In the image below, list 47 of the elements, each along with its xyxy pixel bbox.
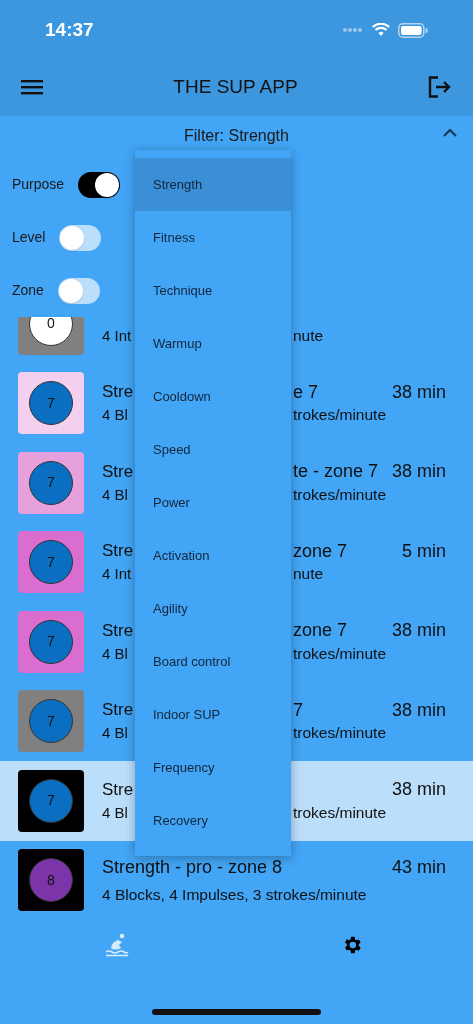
workout-subtitle: 4 Int: [102, 564, 133, 585]
workout-duration: 38 min: [391, 778, 446, 802]
workout-duration: 5 min: [402, 539, 446, 563]
workout-subtitle: 4 Bl: [102, 723, 129, 744]
level-badge: 7: [29, 381, 73, 426]
workout-subtitle: trokes/minute: [293, 643, 388, 664]
level-badge: 7: [29, 699, 73, 744]
workout-duration: 38 min: [391, 460, 446, 484]
workout-duration: 38 min: [391, 619, 446, 643]
workout-subtitle: trokes/minute: [293, 405, 388, 426]
workout-title: Stre: [102, 381, 135, 404]
workout-subtitle: 4 Blocks, 4 Impulses, 3 strokes/minute: [102, 885, 368, 906]
workout-title: Stre: [102, 699, 135, 722]
toggle-label: Zone: [12, 281, 44, 300]
workout-subtitle: 4 Bl: [102, 643, 129, 664]
workout-subtitle: 4 Bl: [102, 802, 129, 823]
toggle-label: Level: [12, 228, 46, 247]
workout-title: e 7: [293, 380, 319, 404]
app-title: THE SUP APP: [173, 74, 298, 99]
workout-subtitle: 4 Bl: [102, 405, 129, 426]
level-badge: 8: [29, 858, 73, 903]
workout-title: 7: [293, 698, 303, 722]
status-time: 14:37: [45, 17, 94, 42]
workout-subtitle: nute: [293, 564, 325, 585]
level-badge: 7: [29, 778, 73, 823]
workout-title: Stre: [102, 778, 135, 801]
workout-subtitle: nute: [293, 325, 325, 346]
workout-title: zone 7: [293, 619, 348, 643]
workout-subtitle: 4 Int: [102, 325, 133, 346]
workout-subtitle: trokes/minute: [293, 723, 388, 744]
level-badge: 7: [29, 540, 73, 585]
workout-duration: 43 min: [391, 856, 446, 880]
workout-title: zone 7: [293, 539, 348, 563]
level-badge: 7: [29, 460, 73, 505]
workout-title: Stre: [102, 460, 135, 483]
level-badge: 7: [29, 619, 73, 664]
workout-subtitle: 4 Bl: [102, 484, 129, 505]
workout-title: Stre: [102, 540, 135, 563]
workout-title: Stre: [102, 619, 135, 642]
workout-title: Strength - pro - zone 8: [102, 856, 283, 880]
level-badge: 0: [29, 317, 73, 346]
toggle-label: Purpose: [12, 175, 65, 194]
workout-duration: 38 min: [391, 698, 446, 722]
workout-subtitle: trokes/minute: [293, 484, 388, 505]
workout-title: te - zone 7: [293, 460, 379, 484]
workout-subtitle: trokes/minute: [293, 802, 388, 823]
workout-duration: 38 min: [391, 380, 446, 404]
